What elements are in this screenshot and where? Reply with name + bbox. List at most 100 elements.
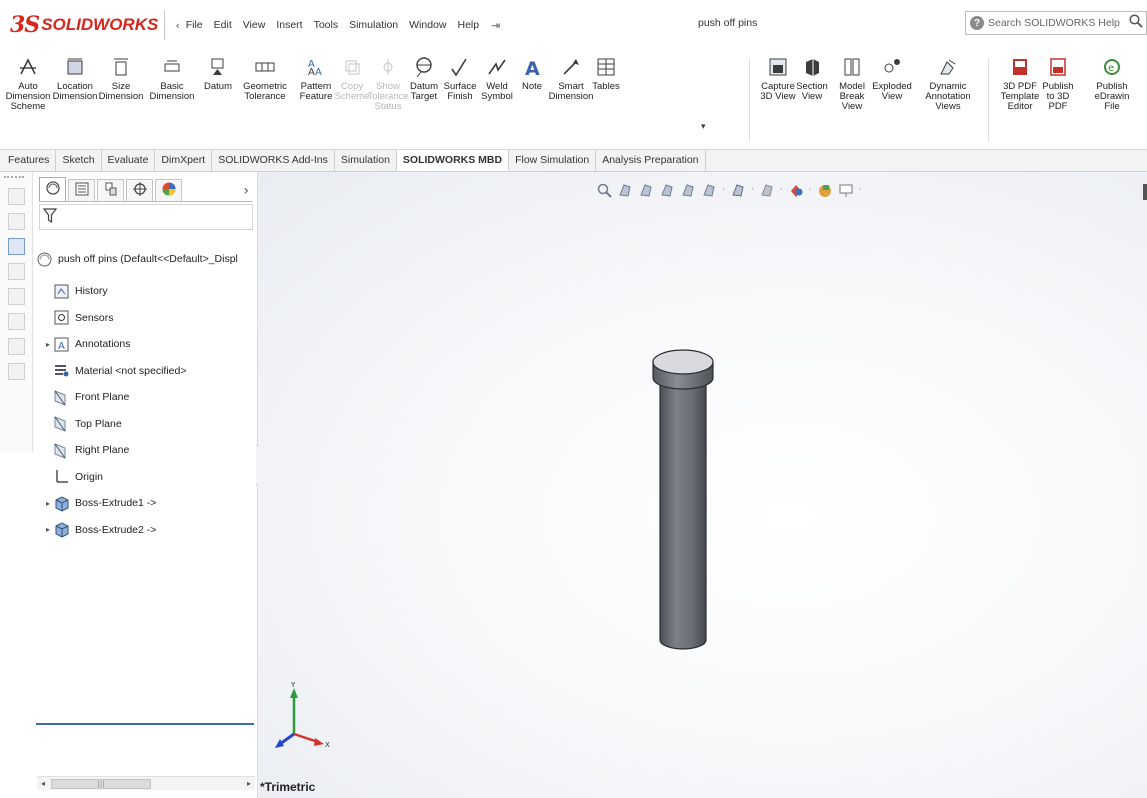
previous-view-icon[interactable] — [638, 182, 654, 198]
feature-tree-filter[interactable] — [39, 204, 253, 230]
capture-3d-view-button[interactable]: Capture 3D View — [760, 56, 796, 102]
auto-dimension-scheme-button[interactable]: Auto Dimension Scheme — [6, 56, 50, 112]
column-tool-2-icon[interactable] — [7, 213, 25, 230]
tree-item-boss-9[interactable]: ▸ Boss-Extrude1 -> — [33, 490, 258, 517]
menu-item-simulation[interactable]: Simulation — [349, 19, 398, 31]
tab-features[interactable]: Features — [2, 150, 57, 171]
show-tolerance-status-button[interactable]: Show Tolerance Status — [367, 56, 409, 112]
tab-analysis-preparation[interactable]: Analysis Preparation — [596, 150, 706, 171]
tab-simulation[interactable]: Simulation — [335, 150, 397, 171]
search-icon[interactable] — [1129, 14, 1143, 32]
geometric-tolerance-button[interactable]: Geometric Tolerance — [239, 56, 291, 102]
tables-button[interactable]: Tables — [588, 56, 624, 92]
graphics-area[interactable]: · · · · · Y X *Trimetric — [258, 172, 1147, 798]
tree-item-boss-10[interactable]: ▸ Boss-Extrude2 -> — [33, 517, 258, 544]
dropdown-icon[interactable]: · — [722, 185, 725, 195]
tree-item-front-5[interactable]: Front Plane — [33, 384, 258, 411]
rollback-bar[interactable] — [36, 723, 254, 725]
tab-flow-simulation[interactable]: Flow Simulation — [509, 150, 597, 171]
smart-dimension-button[interactable]: Smart Dimension — [549, 56, 593, 102]
menu-item-insert[interactable]: Insert — [276, 19, 302, 31]
tree-item-origin[interactable]: Origin — [33, 464, 258, 491]
panel-tab-dimxpert-manager[interactable] — [126, 179, 153, 201]
column-tool-3-icon[interactable] — [7, 238, 25, 255]
copy-scheme-button[interactable]: Copy Scheme — [335, 56, 369, 102]
weld-symbol-button[interactable]: Weld Symbol — [481, 56, 513, 102]
tree-item-right-7[interactable]: Right Plane — [33, 437, 258, 464]
edit-appearance-icon[interactable] — [788, 182, 804, 198]
apply-scene-icon[interactable] — [817, 182, 833, 198]
column-tool-4-icon[interactable] — [7, 263, 25, 280]
datum-button[interactable]: Datum — [202, 56, 234, 92]
tab-solidworks-add-ins[interactable]: SOLIDWORKS Add-Ins — [212, 150, 335, 171]
panel-tabs-more-icon[interactable]: › — [243, 183, 249, 201]
column-tool-6-icon[interactable] — [7, 313, 25, 330]
tree-item-history[interactable]: History — [33, 278, 258, 305]
publish-3d-pdf-button[interactable]: Publish to 3D PDF — [1040, 56, 1076, 112]
tree-item-material[interactable]: Material <not specified> — [33, 358, 258, 385]
menu-item-help[interactable]: Help — [457, 19, 479, 31]
scroll-left-icon[interactable]: ◂ — [37, 779, 49, 788]
scroll-right-icon[interactable]: ▸ — [243, 779, 255, 788]
datum-target-button[interactable]: Datum Target — [407, 56, 441, 102]
column-tool-7-icon[interactable] — [7, 338, 25, 355]
tree-item-annotations[interactable]: ▸ A Annotations — [33, 331, 258, 358]
menu-item-tools[interactable]: Tools — [314, 19, 339, 31]
location-dimension-button[interactable]: Location Dimension — [53, 56, 97, 102]
panel-tab-configuration-manager[interactable] — [97, 179, 124, 201]
hide-show-items-icon[interactable] — [759, 182, 775, 198]
menu-collapse-icon[interactable]: ‹ — [175, 19, 179, 32]
panel-tab-display-manager[interactable] — [155, 179, 182, 201]
expand-arrow-icon[interactable]: ▸ — [43, 499, 53, 508]
menu-item-window[interactable]: Window — [409, 19, 446, 31]
display-style-icon[interactable] — [730, 182, 746, 198]
section-view-button[interactable]: Section View — [796, 56, 828, 102]
dropdown-icon[interactable]: · — [809, 185, 812, 195]
tab-solidworks-mbd[interactable]: SOLIDWORKS MBD — [396, 150, 510, 171]
tree-item-sensors[interactable]: Sensors — [33, 305, 258, 332]
tab-sketch[interactable]: Sketch — [56, 150, 102, 171]
expand-arrow-icon[interactable]: ▸ — [43, 525, 53, 534]
dropdown-icon[interactable]: · — [859, 185, 862, 195]
size-dimension-button[interactable]: Size Dimension — [99, 56, 143, 102]
note-button[interactable]: A Note — [517, 56, 547, 92]
panel-tab-property-manager[interactable] — [68, 179, 95, 201]
dynamic-annotation-views-button[interactable]: Dynamic Annotation Views — [920, 56, 976, 112]
model-break-view-button[interactable]: Model Break View — [836, 56, 868, 112]
pin-menu-icon[interactable]: ⇥ — [491, 19, 500, 32]
menu-item-file[interactable]: File — [186, 19, 203, 31]
expand-arrow-icon[interactable]: ▸ — [43, 340, 53, 349]
section-view-icon[interactable] — [659, 182, 675, 198]
basic-dimension-button[interactable]: Basic Dimension — [148, 56, 196, 102]
view-orientation-icon[interactable] — [701, 182, 717, 198]
tab-evaluate[interactable]: Evaluate — [102, 150, 156, 171]
column-tool-1-icon[interactable] — [7, 188, 25, 205]
push-off-pin-model[interactable] — [638, 340, 728, 660]
panel-horizontal-scrollbar[interactable]: ◂ ||| ▸ — [37, 776, 255, 790]
search-help-input[interactable]: ? Search SOLIDWORKS Help — [965, 11, 1147, 35]
pattern-feature-button[interactable]: AAA Pattern Feature — [296, 56, 336, 102]
ribbon-button-label: Exploded View — [872, 81, 912, 102]
exploded-view-button[interactable]: Exploded View — [872, 56, 912, 102]
viewport-split-handle[interactable] — [1143, 184, 1147, 200]
scroll-thumb[interactable]: ||| — [51, 778, 151, 789]
tree-item-push[interactable]: push off pins (Default<<Default>_Displ — [33, 246, 238, 273]
tables-dropdown-icon[interactable]: ▾ — [701, 122, 706, 132]
surface-finish-button[interactable]: Surface Finish — [444, 56, 476, 102]
menu-item-edit[interactable]: Edit — [214, 19, 232, 31]
solidworks-logo[interactable]: 3S SOLIDWORKS — [10, 7, 158, 43]
3d-pdf-template-editor-button[interactable]: 3D PDF Template Editor — [1000, 56, 1040, 112]
tab-dimxpert[interactable]: DimXpert — [155, 150, 213, 171]
column-tool-8-icon[interactable] — [7, 363, 25, 380]
dynamic-annotation-icon[interactable] — [680, 182, 696, 198]
menu-item-view[interactable]: View — [243, 19, 266, 31]
dropdown-icon[interactable]: · — [751, 185, 754, 195]
column-tool-5-icon[interactable] — [7, 288, 25, 305]
tree-item-top-6[interactable]: Top Plane — [33, 411, 258, 438]
panel-tab-feature-manager[interactable] — [39, 177, 66, 201]
dropdown-icon[interactable]: · — [780, 185, 783, 195]
publish-edrawings-button[interactable]: e Publish eDrawin File — [1082, 56, 1142, 112]
zoom-to-fit-icon[interactable] — [596, 182, 612, 198]
view-settings-icon[interactable] — [838, 182, 854, 198]
zoom-to-area-icon[interactable] — [617, 182, 633, 198]
